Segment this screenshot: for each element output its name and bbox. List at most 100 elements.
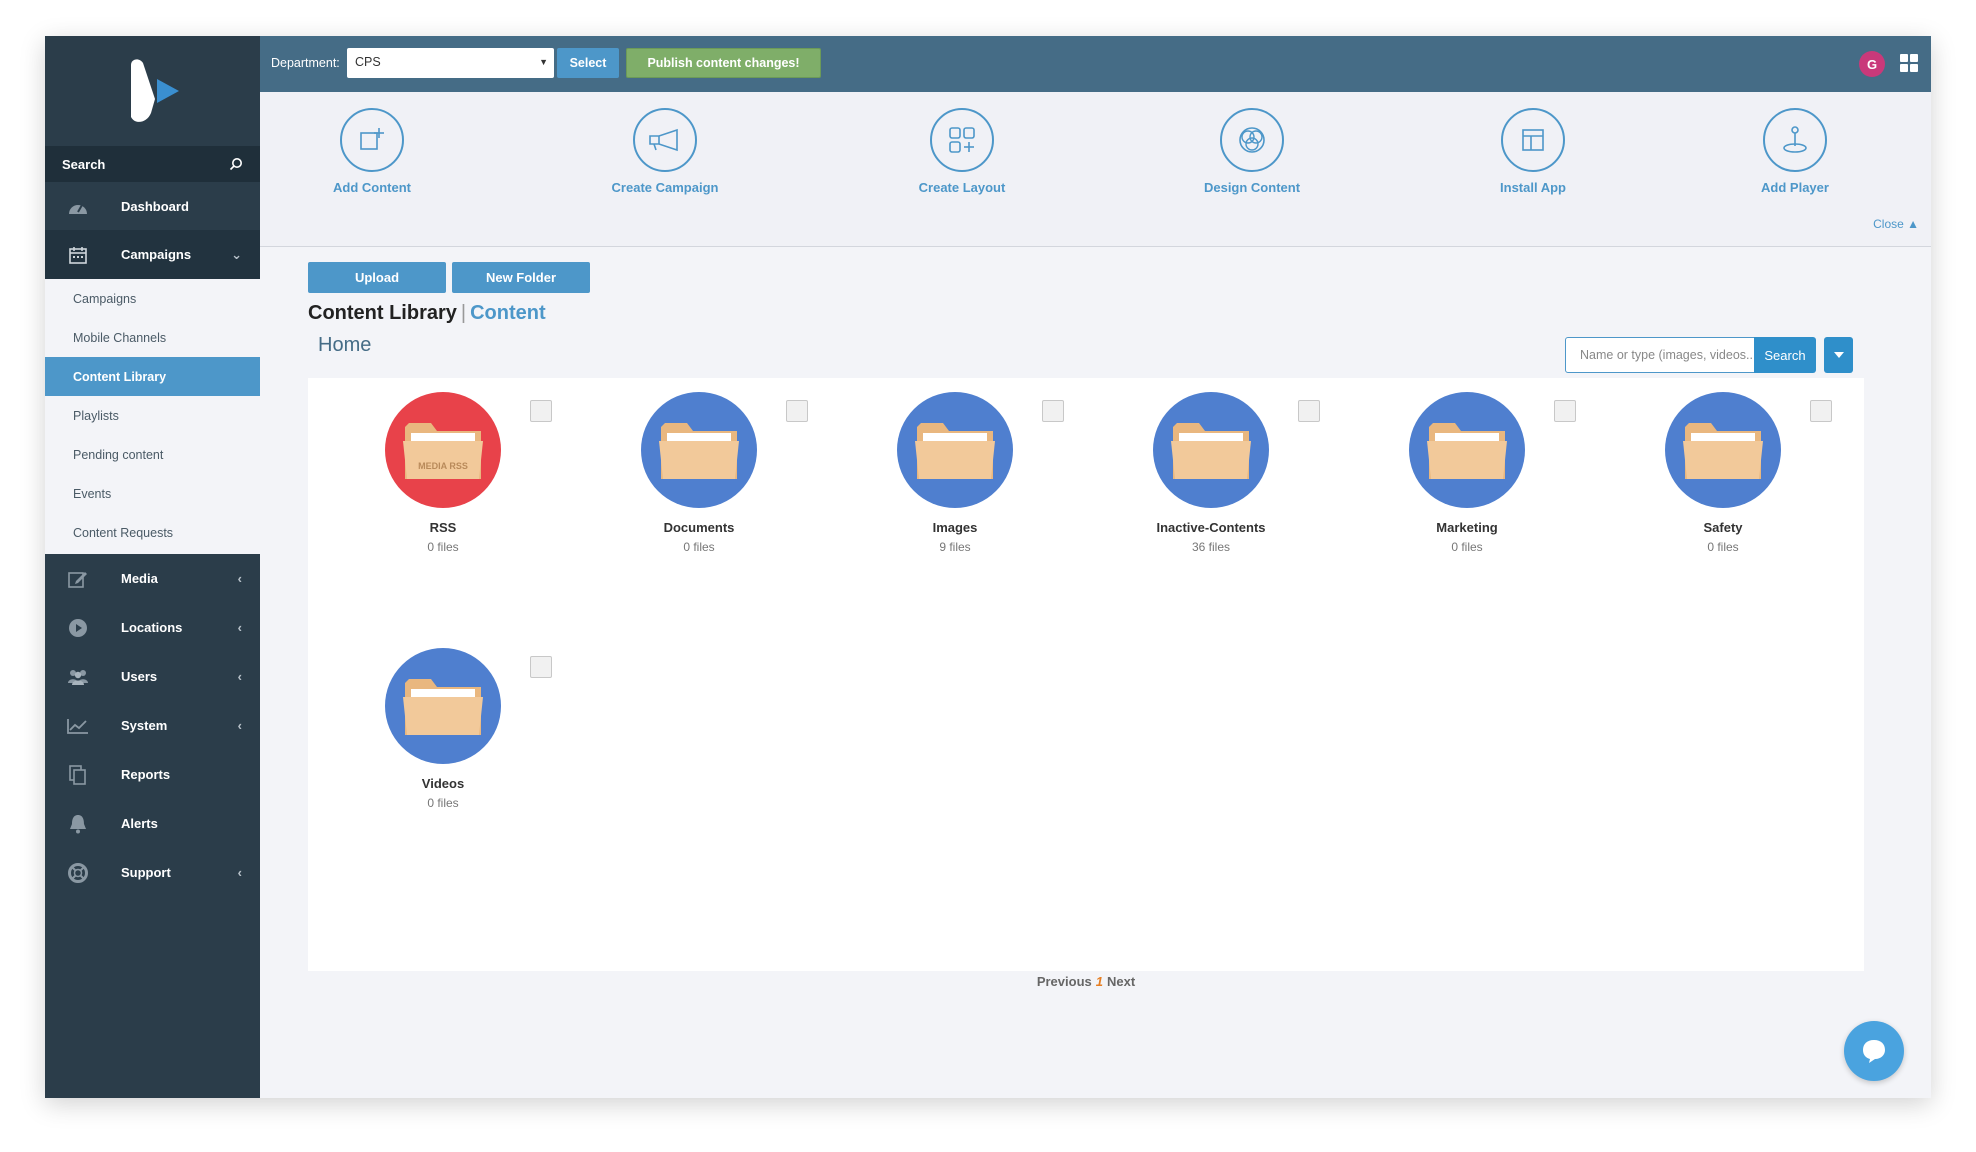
page-title-sub[interactable]: Content	[470, 302, 546, 324]
copy-icon	[67, 764, 89, 786]
publish-content-button[interactable]: Publish content changes!	[626, 48, 821, 78]
chevron-left-icon: ‹	[237, 669, 242, 684]
sidebar-item-support[interactable]: Support ‹	[45, 848, 260, 897]
folder-icon	[1409, 392, 1525, 508]
folder-name: Videos	[421, 776, 465, 791]
subnav-item-content-library[interactable]: Content Library	[45, 357, 260, 396]
dashboard-icon	[67, 196, 89, 218]
sidebar-search-label: Search	[62, 156, 106, 172]
folder-checkbox-rss[interactable]	[530, 400, 552, 422]
chevron-down-icon: ⌄	[231, 246, 242, 262]
sidebar-item-reports[interactable]: Reports	[45, 750, 260, 799]
app-logo[interactable]	[45, 36, 260, 146]
subnav-label: Content Library	[73, 369, 167, 384]
avatar[interactable]: G	[1859, 51, 1885, 77]
chat-button[interactable]	[1844, 1021, 1904, 1081]
caret-down-icon	[1833, 352, 1844, 358]
folder-icon	[1153, 392, 1269, 508]
folder-safety[interactable]: Safety 0 files	[1628, 392, 1818, 554]
create-layout-action[interactable]: Create Layout	[882, 108, 1042, 195]
pagination-next[interactable]: Next	[1107, 974, 1135, 989]
chat-bubble-icon	[1863, 1040, 1885, 1063]
upload-button[interactable]: Upload	[308, 262, 446, 293]
app-window: Search Dashboard Campaigns ⌄ Campaigns M…	[45, 36, 1931, 1098]
page-title: Content Library | Content	[308, 302, 546, 325]
quick-action-label: Install App	[1500, 180, 1566, 195]
folder-checkbox-documents[interactable]	[786, 400, 808, 422]
pagination-current[interactable]: 1	[1096, 974, 1103, 989]
sidebar-item-label: Dashboard	[121, 199, 189, 214]
folder-marketing[interactable]: Marketing 0 files	[1372, 392, 1562, 554]
sidebar-item-label: Locations	[121, 620, 183, 635]
sidebar-item-media[interactable]: Media ‹	[45, 554, 260, 603]
calendar-icon	[67, 244, 89, 266]
create-campaign-action[interactable]: Create Campaign	[585, 108, 745, 195]
sidebar-item-system[interactable]: System ‹	[45, 701, 260, 750]
folder-documents[interactable]: Documents 0 files	[604, 392, 794, 554]
content-search-input[interactable]: Name or type (images, videos...)	[1565, 337, 1755, 373]
subnav-label: Campaigns	[73, 291, 137, 306]
subnav-item-mobile-channels[interactable]: Mobile Channels	[45, 318, 260, 357]
department-label: Department:	[271, 56, 340, 70]
subnav-item-pending-content[interactable]: Pending content	[45, 435, 260, 474]
sidebar-item-label: Users	[121, 669, 158, 684]
subnav-item-campaigns[interactable]: Campaigns	[45, 279, 260, 318]
folder-checkbox-videos[interactable]	[530, 656, 552, 678]
install-app-action[interactable]: Install App	[1453, 108, 1613, 195]
select-button[interactable]: Select	[557, 48, 619, 78]
quick-actions-bar: Add Content Create Campaign Create Layou…	[260, 92, 1931, 247]
pagination-previous[interactable]: Previous	[1037, 974, 1092, 989]
add-content-icon	[340, 108, 404, 172]
folder-count: 0 files	[427, 540, 459, 554]
add-content-action[interactable]: Add Content	[292, 108, 452, 195]
pagination: Previous 1 Next	[308, 974, 1864, 989]
folder-checkbox-inactive-contents[interactable]	[1298, 400, 1320, 422]
chevron-left-icon: ‹	[237, 620, 242, 635]
folder-checkbox-images[interactable]	[1042, 400, 1064, 422]
app-window-icon	[1501, 108, 1565, 172]
search-icon[interactable]	[229, 157, 243, 171]
top-bar: Department: CPS ▼ Select Publish content…	[260, 36, 1931, 92]
search-button[interactable]: Search	[1754, 337, 1816, 373]
sidebar-item-users[interactable]: Users ‹	[45, 652, 260, 701]
folder-inactive-contents[interactable]: Inactive-Contents 36 files	[1116, 392, 1306, 554]
subnav-item-playlists[interactable]: Playlists	[45, 396, 260, 435]
folder-icon	[641, 392, 757, 508]
folder-name: RSS	[429, 520, 457, 535]
design-content-action[interactable]: Design Content	[1172, 108, 1332, 195]
subnav-label: Events	[73, 486, 112, 501]
subnav-item-events[interactable]: Events	[45, 474, 260, 513]
folder-name: Documents	[663, 520, 735, 535]
breadcrumb-home[interactable]: Home	[318, 334, 371, 357]
sidebar-item-alerts[interactable]: Alerts	[45, 799, 260, 848]
add-player-action[interactable]: Add Player	[1715, 108, 1875, 195]
folder-count: 0 files	[1707, 540, 1739, 554]
sidebar-item-locations[interactable]: Locations ‹	[45, 603, 260, 652]
folder-name: Safety	[1703, 520, 1743, 535]
folder-count: 0 files	[683, 540, 715, 554]
subnav-item-content-requests[interactable]: Content Requests	[45, 513, 260, 552]
folder-rss[interactable]: MEDIA RSS RSS 0 files	[348, 392, 538, 554]
department-select[interactable]: CPS ▼	[347, 48, 554, 78]
sidebar-item-dashboard[interactable]: Dashboard	[45, 182, 260, 231]
apps-grid-icon[interactable]	[1899, 53, 1919, 73]
folder-checkbox-safety[interactable]	[1810, 400, 1832, 422]
folder-videos[interactable]: Videos 0 files	[348, 648, 538, 810]
rss-folder-icon: MEDIA RSS	[385, 392, 501, 508]
sidebar-item-label: Alerts	[121, 816, 158, 831]
new-folder-button[interactable]: New Folder	[452, 262, 590, 293]
folder-checkbox-marketing[interactable]	[1554, 400, 1576, 422]
sidebar-search[interactable]: Search	[45, 146, 260, 182]
folder-name: Inactive-Contents	[1156, 520, 1266, 535]
filter-dropdown-button[interactable]	[1824, 337, 1853, 373]
subnav-label: Playlists	[73, 408, 119, 423]
close-quick-actions-link[interactable]: Close ▲	[1873, 217, 1919, 231]
folder-name: Images	[932, 520, 978, 535]
edit-icon	[67, 568, 89, 590]
folder-images[interactable]: Images 9 files	[860, 392, 1050, 554]
folder-icon	[897, 392, 1013, 508]
subnav-label: Pending content	[73, 447, 164, 462]
sidebar-item-campaigns[interactable]: Campaigns ⌄	[45, 230, 260, 279]
sidebar-item-label: Media	[121, 571, 158, 586]
layout-grid-icon	[930, 108, 994, 172]
